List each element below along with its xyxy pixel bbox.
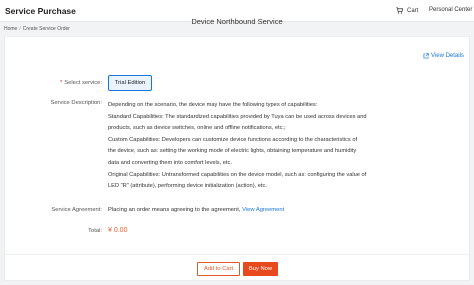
view-agreement-link[interactable]: View Agreement xyxy=(242,207,284,213)
service-description-label: Service Description: xyxy=(50,100,102,106)
service-title: Device Northbound Service xyxy=(191,17,283,26)
total-price: ¥ 0.00 xyxy=(108,227,128,234)
service-description: Depending on the scenario, the device ma… xyxy=(108,100,408,193)
cart-link[interactable]: Cart xyxy=(396,7,418,14)
select-service-label-text: Select service: xyxy=(64,80,102,86)
description-line: LED "R" (attribute), performing device i… xyxy=(108,183,267,190)
description-line: data and converting them into comfort le… xyxy=(108,159,232,166)
cart-label: Cart xyxy=(407,7,419,14)
service-agreement-label: Service Agreement: xyxy=(51,207,102,213)
breadcrumb-current: Create Service Order xyxy=(22,26,70,32)
description-line: Custom Capabilities: Developers can cust… xyxy=(108,136,358,143)
select-service-label: * Select service: xyxy=(4,80,102,86)
description-line: the device, such as: setting the working… xyxy=(108,148,357,155)
breadcrumb-home[interactable]: Home xyxy=(4,26,17,32)
personal-center-link[interactable]: Personal Center xyxy=(429,7,472,13)
total-label: Total: xyxy=(88,228,102,234)
page-title: Service Purchase xyxy=(5,6,76,16)
view-details-label: View Details xyxy=(431,53,464,59)
edition-option-trial[interactable]: Trial Edition xyxy=(108,75,152,91)
breadcrumb-separator: / xyxy=(19,26,21,32)
external-link-icon xyxy=(423,53,429,59)
agreement-text: Placing an order means agreeing to the a… xyxy=(108,207,284,213)
buy-now-button[interactable]: Buy Now xyxy=(243,262,278,276)
description-line: products, such as device switches, onlin… xyxy=(108,125,286,132)
cart-icon xyxy=(396,7,403,14)
add-to-cart-button[interactable]: Add to Cart xyxy=(197,262,240,276)
agreement-statement: Placing an order means agreeing to the a… xyxy=(108,207,241,213)
description-line: Standard Capabilities: The standardized … xyxy=(108,113,367,120)
description-line: Depending on the scenario, the device ma… xyxy=(108,102,318,108)
required-marker: * xyxy=(60,80,63,86)
view-details-link[interactable]: View Details xyxy=(423,53,464,59)
footer-divider xyxy=(4,254,470,255)
breadcrumb: Home / Create Service Order xyxy=(4,26,70,32)
description-line: Original Capabilities: Untransformed cap… xyxy=(108,171,367,178)
